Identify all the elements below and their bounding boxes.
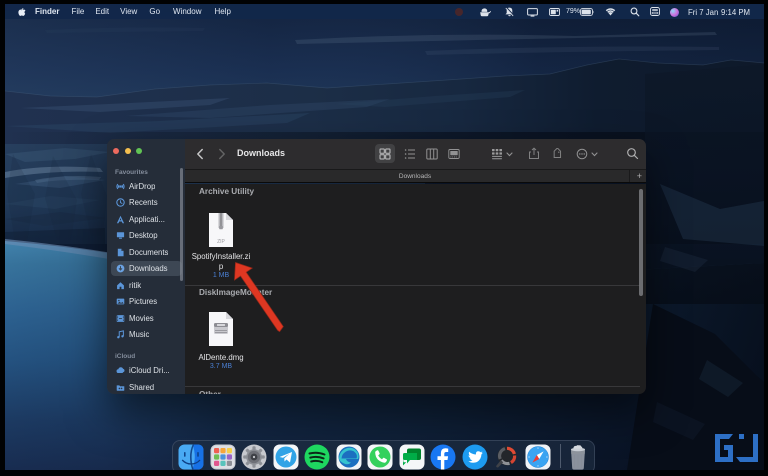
svg-text:ZIP: ZIP: [217, 239, 225, 245]
